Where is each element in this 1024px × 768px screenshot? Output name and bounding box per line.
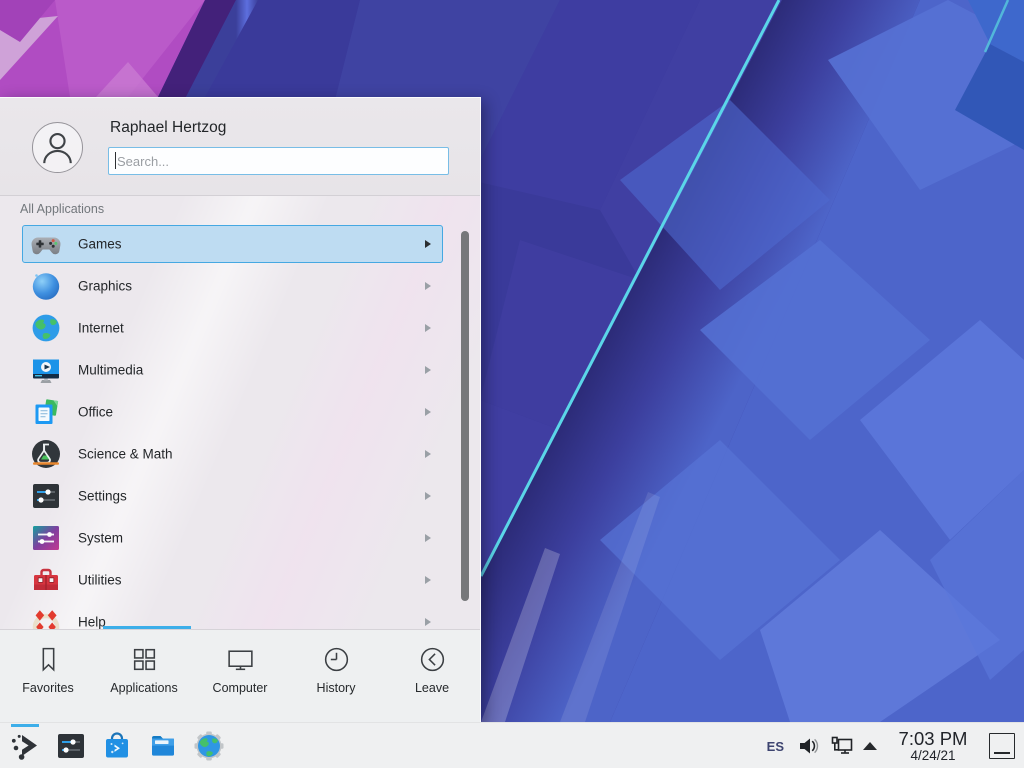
gamepad-icon: [30, 228, 62, 260]
category-games[interactable]: Games: [0, 223, 480, 265]
taskbar-file-manager[interactable]: [140, 723, 186, 768]
tab-label: Computer: [213, 681, 268, 695]
submenu-arrow-icon: [425, 618, 431, 626]
tab-computer[interactable]: Computer: [192, 630, 288, 723]
category-help[interactable]: Help: [0, 601, 480, 629]
bookmark-icon: [33, 644, 64, 675]
clock-icon: [321, 644, 352, 675]
tab-applications[interactable]: Applications: [96, 630, 192, 723]
kde-launcher-icon: [9, 730, 41, 762]
tab-label: Leave: [415, 681, 449, 695]
tab-label: History: [317, 681, 356, 695]
folder-icon: [147, 730, 179, 762]
category-label: Utilities: [78, 573, 122, 588]
search-input[interactable]: [108, 147, 449, 175]
launcher-tabbar: Favorites Applications Computer: [0, 629, 480, 723]
category-label: Science & Math: [78, 447, 173, 462]
clock-date: 4/24/21: [892, 749, 974, 763]
submenu-arrow-icon: [425, 534, 431, 542]
tray-expander[interactable]: [863, 742, 877, 750]
list-scrollbar[interactable]: [461, 231, 469, 601]
tab-leave[interactable]: Leave: [384, 630, 480, 723]
category-label: Office: [78, 405, 113, 420]
documents-icon: [30, 396, 62, 428]
submenu-arrow-icon: [425, 408, 431, 416]
blue-sphere-icon: [30, 270, 62, 302]
category-label: Internet: [78, 321, 124, 336]
application-launcher-popup: Raphael Hertzog All Applications Games: [0, 97, 481, 722]
taskbar-system-settings[interactable]: [48, 723, 94, 768]
network-tray-item[interactable]: [829, 734, 855, 758]
category-science-math[interactable]: Science & Math: [0, 433, 480, 475]
category-system[interactable]: System: [0, 517, 480, 559]
category-label: Help: [78, 615, 106, 630]
submenu-arrow-icon: [425, 576, 431, 584]
user-name: Raphael Hertzog: [110, 119, 226, 137]
category-label: Settings: [78, 489, 127, 504]
category-internet[interactable]: Internet: [0, 307, 480, 349]
launcher-header: Raphael Hertzog: [0, 98, 480, 196]
clock-time: 7:03 PM: [892, 729, 974, 748]
category-list: Games Graphics Internet: [0, 197, 480, 629]
submenu-arrow-icon: [425, 492, 431, 500]
category-label: Graphics: [78, 279, 132, 294]
flask-icon: [30, 438, 62, 470]
toolbox-icon: [30, 564, 62, 596]
submenu-arrow-icon: [425, 240, 431, 248]
sliders-dark-icon: [30, 480, 62, 512]
grid-icon: [129, 644, 160, 675]
system-settings-icon: [55, 730, 87, 762]
submenu-arrow-icon: [425, 324, 431, 332]
pinned-apps: [2, 723, 232, 768]
tab-history[interactable]: History: [288, 630, 384, 723]
monitor-play-icon: [30, 354, 62, 386]
digital-clock[interactable]: 7:03 PM 4/24/21: [892, 729, 974, 763]
user-avatar[interactable]: [32, 122, 83, 173]
globe-icon: [30, 312, 62, 344]
category-graphics[interactable]: Graphics: [0, 265, 480, 307]
discover-icon: [101, 730, 133, 762]
category-settings[interactable]: Settings: [0, 475, 480, 517]
category-office[interactable]: Office: [0, 391, 480, 433]
sliders-color-icon: [30, 522, 62, 554]
submenu-arrow-icon: [425, 366, 431, 374]
text-caret: [115, 152, 116, 169]
category-label: Multimedia: [78, 363, 143, 378]
wired-network-icon: [829, 734, 855, 758]
volume-tray-item[interactable]: [797, 735, 819, 757]
tab-favorites[interactable]: Favorites: [0, 630, 96, 723]
keyboard-layout-indicator[interactable]: ES: [767, 739, 784, 754]
tab-label: Favorites: [22, 681, 73, 695]
browser-globe-icon: [193, 730, 225, 762]
system-tray: ES 7: [767, 723, 1024, 768]
help-icon: [30, 606, 62, 629]
category-utilities[interactable]: Utilities: [0, 559, 480, 601]
category-label: System: [78, 531, 123, 546]
chevron-up-icon: [863, 742, 877, 750]
taskbar-discover[interactable]: [94, 723, 140, 768]
category-label: Games: [78, 237, 122, 252]
volume-icon: [797, 735, 819, 757]
user-icon: [33, 123, 82, 172]
leave-icon: [417, 644, 448, 675]
taskbar-panel: ES 7: [0, 722, 1024, 768]
show-desktop-button[interactable]: [989, 733, 1015, 759]
taskbar-web-browser[interactable]: [186, 723, 232, 768]
taskbar-application-launcher[interactable]: [2, 723, 48, 768]
category-multimedia[interactable]: Multimedia: [0, 349, 480, 391]
submenu-arrow-icon: [425, 450, 431, 458]
monitor-icon: [225, 644, 256, 675]
tab-label: Applications: [110, 681, 177, 695]
submenu-arrow-icon: [425, 282, 431, 290]
